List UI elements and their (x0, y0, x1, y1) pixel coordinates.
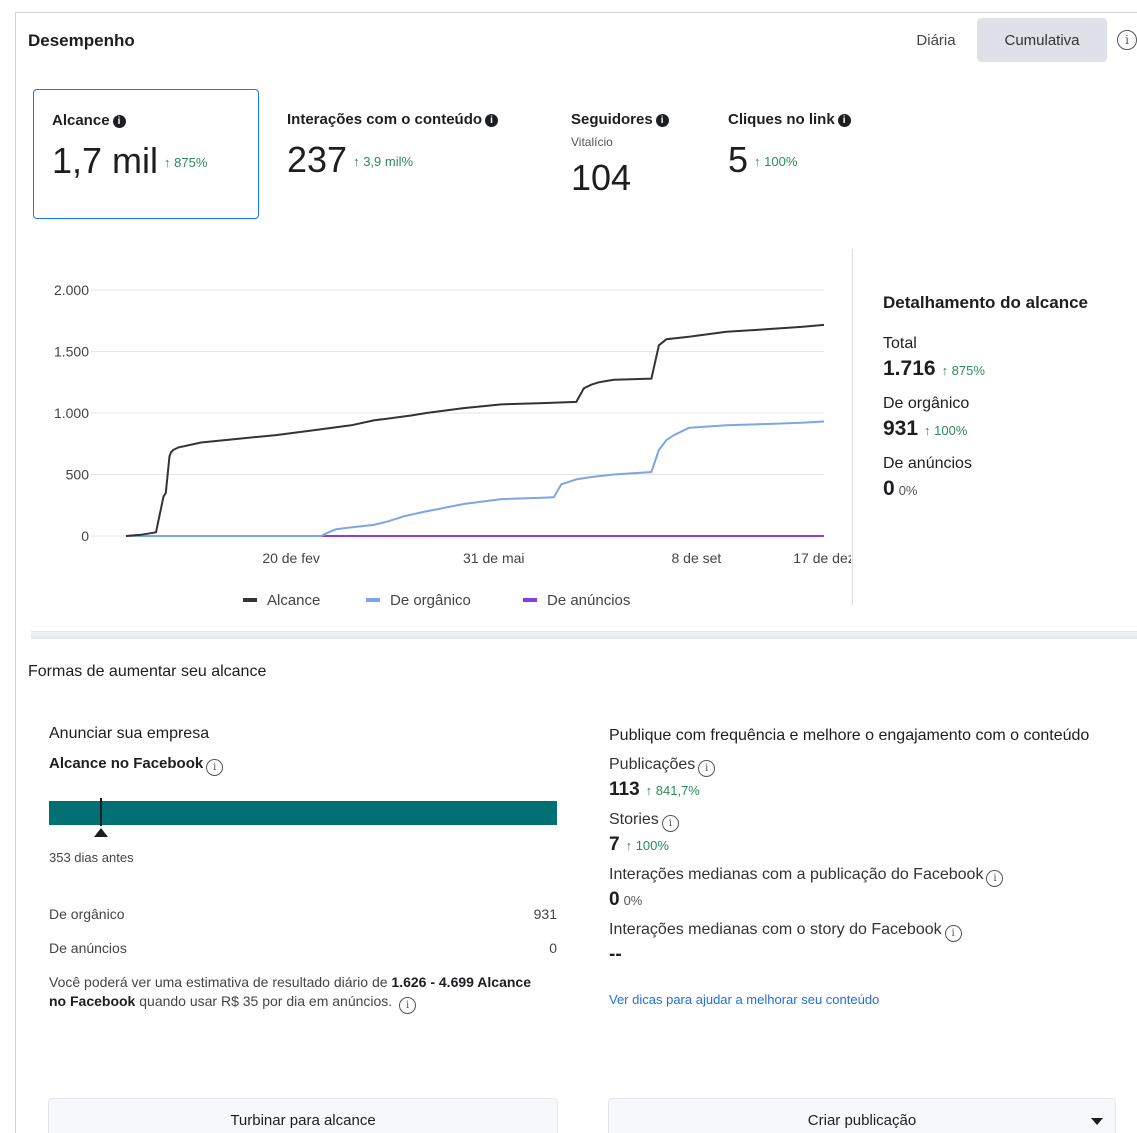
ads-row: De anúncios 0 (49, 940, 557, 956)
advertise-card: Anunciar sua empresa Alcance no Facebook… (49, 725, 559, 1014)
info-icon[interactable]: i (206, 759, 224, 776)
reach-breakdown: Detalhamento do alcance Total 1.716 ↑ 875… (883, 293, 1137, 501)
metric-delta: ↑ 100% (754, 154, 798, 169)
metric-link-clicks[interactable]: Cliques no link i 5 ↑ 100% (710, 89, 910, 219)
legend-label: Alcance (267, 592, 320, 609)
bar-marker (100, 798, 102, 826)
metric-followers[interactable]: Seguidores i Vitalício 104 (553, 89, 703, 219)
info-icon[interactable]: i (655, 114, 669, 127)
info-icon[interactable]: i (986, 870, 1004, 887)
metric-sublabel: Vitalício (571, 135, 613, 149)
breakdown-total-label: Total (883, 335, 917, 352)
pubs-value: 113 ↑ 841,7% (609, 779, 700, 800)
caret-down-icon[interactable] (1091, 1118, 1103, 1125)
stories-label: Stories (609, 811, 659, 828)
breakdown-organic-value: 931 ↑ 100% (883, 417, 968, 440)
info-icon[interactable]: i (837, 114, 851, 127)
boost-reach-button[interactable]: Turbinar para alcance (48, 1098, 558, 1133)
breakdown-organic-label: De orgânico (883, 395, 970, 412)
metric-value: 1,7 mil ↑ 875% (52, 140, 208, 181)
toggle-cumulative[interactable]: Cumulativa (977, 18, 1107, 62)
breakdown-ads-value: 0 0% (883, 477, 918, 500)
organic-row: De orgânico 931 (49, 906, 557, 922)
metric-value: 237 ↑ 3,9 mil% (287, 139, 414, 180)
panel-title: Desempenho (28, 31, 135, 50)
metric-value: 5 ↑ 100% (728, 139, 798, 180)
x-tick-label: 8 de set (671, 550, 721, 566)
pubs-label: Publicações (609, 756, 696, 773)
legend-label: De anúncios (547, 592, 630, 609)
triangle-up-icon (94, 828, 108, 837)
metric-delta: ↑ 875% (164, 155, 208, 170)
metric-label: Alcance (52, 112, 110, 129)
y-tick-label: 500 (66, 467, 90, 483)
median-pub-label: Interações medianas com a publicação do … (609, 866, 984, 883)
stories-value: 7 ↑ 100% (609, 834, 669, 855)
metric-value: 104 (571, 157, 632, 198)
info-icon[interactable]: i (399, 997, 417, 1014)
reach-bar (49, 801, 557, 825)
info-icon[interactable]: i (944, 925, 962, 942)
breakdown-total-value: 1.716 ↑ 875% (883, 357, 985, 380)
publish-card: Publique com frequência e melhore o enga… (609, 725, 1129, 1007)
toggle-daily[interactable]: Diária (896, 18, 976, 62)
info-icon[interactable]: i (661, 815, 679, 832)
y-tick-label: 2.000 (54, 282, 89, 298)
section-divider (31, 631, 1137, 639)
section-title: Formas de aumentar seu alcance (28, 663, 267, 680)
y-tick-label: 1.500 (54, 344, 89, 360)
x-tick-label: 20 de fev (262, 550, 320, 566)
advertise-title: Anunciar sua empresa (49, 725, 210, 742)
metric-interactions[interactable]: Interações com o conteúdo i 237 ↑ 3,9 mil% (269, 89, 549, 219)
divider (852, 249, 853, 605)
metric-label: Interações com o conteúdo (287, 111, 483, 128)
performance-panel: Desempenho Diária Cumulativa i Alcance i … (15, 12, 1137, 1133)
info-icon[interactable]: i (1117, 30, 1137, 50)
metric-label: Cliques no link (728, 111, 835, 128)
metric-label: Seguidores (571, 111, 653, 128)
y-tick-label: 0 (81, 528, 89, 544)
bar-caption: 353 dias antes (49, 850, 134, 865)
create-post-button[interactable]: Criar publicação (608, 1098, 1116, 1133)
info-icon[interactable]: i (698, 760, 716, 777)
x-tick-label: 17 de dez (793, 550, 851, 566)
tips-link[interactable]: Ver dicas para ajudar a melhorar seu con… (609, 992, 1129, 1007)
metric-delta: ↑ 3,9 mil% (353, 154, 414, 169)
series-line (125, 323, 825, 537)
y-tick-label: 1.000 (54, 405, 89, 421)
median-story-value: -- (609, 944, 622, 965)
publish-title: Publique com frequência e melhore o enga… (609, 727, 1090, 744)
breakdown-ads-label: De anúncios (883, 455, 972, 472)
info-icon[interactable]: i (485, 114, 499, 127)
legend-label: De orgânico (390, 592, 471, 609)
median-story-label: Interações medianas com o story do Faceb… (609, 921, 942, 938)
reach-facebook-label: Alcance no Facebook (49, 755, 204, 772)
info-icon[interactable]: i (112, 115, 126, 128)
median-pub-value: 0 0% (609, 889, 643, 910)
metric-reach[interactable]: Alcance i 1,7 mil ↑ 875% (33, 89, 259, 219)
estimate-note: Você poderá ver uma estimativa de result… (49, 973, 549, 1014)
reach-line-chart[interactable]: 2.000 1.500 1.000 500 0 20 de fev 31 de mai 8 d… (31, 248, 851, 613)
x-tick-label: 31 de mai (463, 550, 524, 566)
breakdown-title: Detalhamento do alcance (883, 293, 1089, 312)
